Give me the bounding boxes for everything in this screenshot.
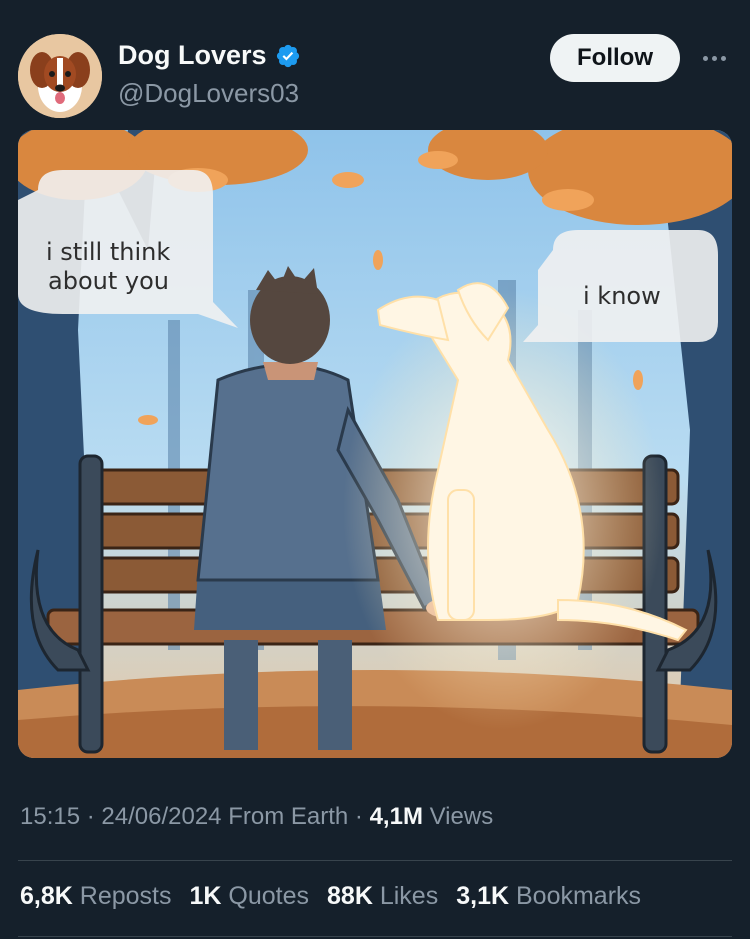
- speech-bubble-left-line2: about you: [48, 267, 169, 295]
- name-row: Dog Lovers: [118, 40, 301, 71]
- meta-separator-2: ·: [354, 803, 363, 830]
- reposts-stat[interactable]: 6,8K Reposts: [20, 882, 171, 911]
- more-options-icon[interactable]: [696, 46, 732, 70]
- verified-badge-icon: [276, 44, 299, 67]
- likes-label: Likes: [379, 882, 439, 910]
- tweet-meta: 15:15 · 24/06/2024 From Earth · 4,1M Vie…: [20, 803, 493, 831]
- speech-bubble-right: i know: [583, 282, 661, 310]
- post-date[interactable]: 24/06/2024: [101, 803, 221, 830]
- display-name[interactable]: Dog Lovers: [118, 40, 267, 71]
- user-handle[interactable]: @DogLovers03: [118, 78, 299, 109]
- reposts-count: 6,8K: [20, 882, 73, 910]
- likes-stat[interactable]: 88K Likes: [327, 882, 438, 911]
- likes-count: 88K: [327, 882, 373, 910]
- tweet-media-image[interactable]: i still think about you i know: [18, 130, 732, 758]
- bookmarks-count: 3,1K: [456, 882, 510, 910]
- divider-bottom: [18, 936, 732, 937]
- quotes-count: 1K: [189, 882, 222, 910]
- reposts-label: Reposts: [79, 882, 172, 910]
- illustration: [18, 130, 732, 758]
- quotes-label: Quotes: [228, 882, 310, 910]
- engagement-stats: 6,8K Reposts 1K Quotes 88K Likes 3,1K Bo…: [20, 882, 641, 911]
- post-source: From Earth: [228, 803, 349, 830]
- dog-avatar-image: [18, 34, 102, 118]
- views-count: 4,1M: [369, 803, 423, 830]
- quotes-stat[interactable]: 1K Quotes: [189, 882, 309, 911]
- divider-top: [18, 860, 732, 861]
- avatar[interactable]: [18, 34, 102, 118]
- follow-button[interactable]: Follow: [550, 34, 680, 82]
- views-label: Views: [429, 803, 494, 830]
- tweet-header: Dog Lovers @DogLovers03 Follow: [0, 0, 750, 120]
- meta-separator: ·: [86, 803, 95, 830]
- bookmarks-label: Bookmarks: [515, 882, 642, 910]
- speech-bubble-left-line1: i still think: [46, 238, 171, 266]
- bookmarks-stat[interactable]: 3,1K Bookmarks: [456, 882, 641, 911]
- post-time[interactable]: 15:15: [20, 803, 80, 830]
